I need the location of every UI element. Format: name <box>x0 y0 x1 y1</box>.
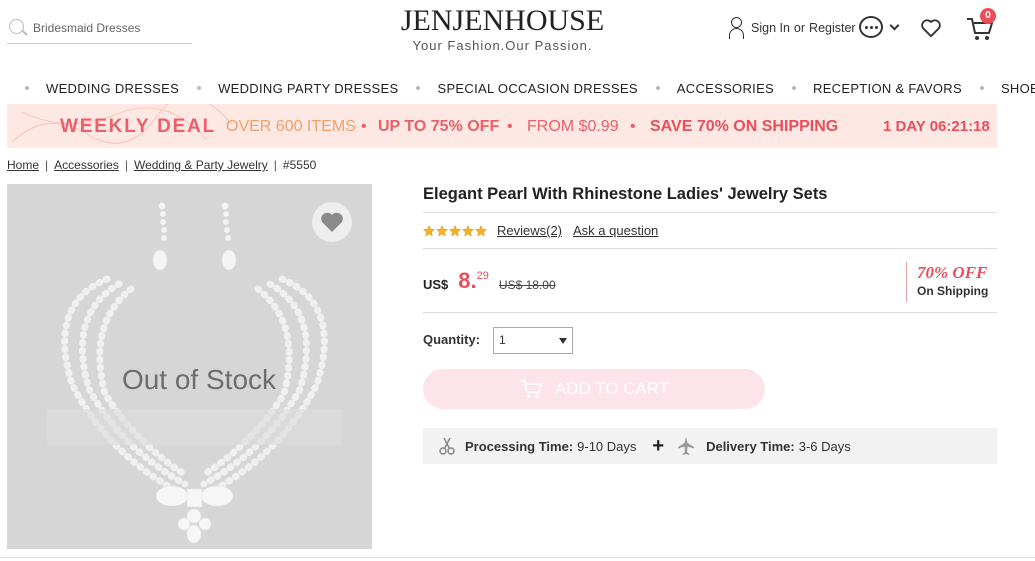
cart-count-badge: 0 <box>980 8 996 24</box>
deal-timer: 1 DAY 06:21:18 <box>883 118 990 135</box>
deal-shipping: SAVE 70% ON SHIPPING <box>650 118 839 135</box>
select-arrow-icon <box>559 338 567 344</box>
main-nav: WEDDING DRESSES WEDDING PARTY DRESSES SP… <box>0 72 1035 104</box>
shipping-discount: 70% OFF On Shipping <box>906 262 988 302</box>
divider <box>423 312 997 313</box>
scissors-icon <box>439 437 455 455</box>
star-icon <box>475 224 487 237</box>
nav-label[interactable]: SPECIAL OCCASION DRESSES <box>437 81 637 96</box>
shipping-discount-label: On Shipping <box>917 284 989 298</box>
deal-bullet-2: • <box>507 118 513 135</box>
quantity-select[interactable]: 1 <box>493 327 573 354</box>
or-text: or <box>793 21 806 35</box>
account-links: Sign In or Register <box>728 16 856 40</box>
rating-stars <box>423 224 487 237</box>
favorite-button[interactable] <box>312 202 352 242</box>
page-bottom-divider <box>0 557 1035 558</box>
nav-item-shoes[interactable]: SHOES <box>962 81 1035 96</box>
delivery-value: 3-6 Days <box>798 438 851 454</box>
deal-title: WEEKLY DEAL <box>60 116 216 137</box>
nav-item-accessories[interactable]: ACCESSORIES <box>638 81 774 96</box>
chat-menu[interactable] <box>859 16 900 38</box>
price-integer: 8. <box>458 268 477 293</box>
star-icon <box>449 224 461 237</box>
nav-item-reception-favors[interactable]: RECEPTION & FAVORS <box>774 81 962 96</box>
deal-bullet-3: • <box>630 118 636 135</box>
deal-from: FROM $0.99 <box>527 118 619 135</box>
chevron-down-icon[interactable] <box>889 20 900 30</box>
register-link[interactable]: Register <box>809 21 856 35</box>
reviews-link[interactable]: Reviews(2) <box>497 223 562 238</box>
nav-label[interactable]: WEDDING PARTY DRESSES <box>218 81 398 96</box>
site-logo[interactable]: JENJENHOUSE Your Fashion.Our Passion. <box>400 4 605 53</box>
cart-icon <box>519 379 542 399</box>
out-of-stock-label: Out of Stock <box>121 364 277 395</box>
star-icon <box>423 224 435 237</box>
wishlist-heart-icon[interactable] <box>920 18 942 38</box>
nav-label[interactable]: RECEPTION & FAVORS <box>813 81 962 96</box>
sign-in-link[interactable]: Sign In <box>751 21 790 35</box>
weekly-deal-banner[interactable]: WEEKLY DEAL OVER 600 ITEMS • UP TO 75% O… <box>7 104 997 148</box>
shipping-time-bar: Processing Time: 9-10 Days + Delivery Ti… <box>423 428 997 464</box>
product-image[interactable]: Out of Stock <box>7 184 372 549</box>
quantity-value: 1 <box>499 333 506 347</box>
price-currency: US$ <box>423 277 449 292</box>
nav-item-wedding-party-dresses[interactable]: WEDDING PARTY DRESSES <box>179 81 398 96</box>
logo-name: JENJENHOUSE <box>400 4 605 37</box>
search-icon[interactable] <box>7 17 29 39</box>
shipping-discount-value: 70% OFF <box>917 263 988 282</box>
star-icon <box>462 224 474 237</box>
original-price: US$ 18.00 <box>498 278 556 292</box>
deal-items-count: OVER 600 ITEMS <box>226 118 356 135</box>
star-icon <box>436 224 448 237</box>
nav-item-special-occasion-dresses[interactable]: SPECIAL OCCASION DRESSES <box>398 81 637 96</box>
plus-icon: + <box>652 434 665 457</box>
ask-question-link[interactable]: Ask a question <box>573 223 658 238</box>
price: US$ 8. 29 US$ 18.00 <box>423 268 556 294</box>
breadcrumb-accessories[interactable]: Accessories <box>54 158 119 172</box>
breadcrumb-sep: | <box>45 158 49 172</box>
processing-label: Processing Time: <box>465 438 574 454</box>
deal-bullet-1: • <box>361 118 367 135</box>
search-bar[interactable] <box>7 12 192 44</box>
breadcrumb-sep: | <box>273 158 277 172</box>
search-input[interactable] <box>33 20 183 35</box>
heart-icon <box>321 212 343 232</box>
nav-label[interactable]: SHOES <box>1001 81 1035 96</box>
add-to-cart-label: ADD TO CART <box>554 379 670 398</box>
add-to-cart-button[interactable]: ADD TO CART <box>423 369 765 409</box>
price-decimal: 29 <box>476 270 489 282</box>
user-icon[interactable] <box>728 16 746 40</box>
product-title: Elegant Pearl With Rhinestone Ladies' Je… <box>423 185 828 203</box>
breadcrumb-sku: #5550 <box>282 158 317 172</box>
chat-icon[interactable] <box>859 16 883 38</box>
processing-value: 9-10 Days <box>577 438 637 454</box>
breadcrumb-sep: | <box>124 158 128 172</box>
nav-label[interactable]: ACCESSORIES <box>677 81 774 96</box>
breadcrumb-jewelry[interactable]: Wedding & Party Jewelry <box>134 158 268 172</box>
nav-item-wedding-dresses[interactable]: WEDDING DRESSES <box>7 81 179 96</box>
logo-tagline: Your Fashion.Our Passion. <box>412 38 593 53</box>
delivery-label: Delivery Time: <box>706 438 795 454</box>
breadcrumb-home[interactable]: Home <box>7 158 39 172</box>
nav-label[interactable]: WEDDING DRESSES <box>46 81 179 96</box>
airplane-icon <box>678 437 695 455</box>
divider <box>423 248 997 249</box>
divider <box>423 212 997 213</box>
rating-row: Reviews(2) Ask a question <box>423 223 669 238</box>
deal-up-to: UP TO 75% OFF <box>378 118 500 135</box>
breadcrumb: Home | Accessories | Wedding & Party Jew… <box>7 158 316 172</box>
quantity-label: Quantity: <box>423 332 481 347</box>
